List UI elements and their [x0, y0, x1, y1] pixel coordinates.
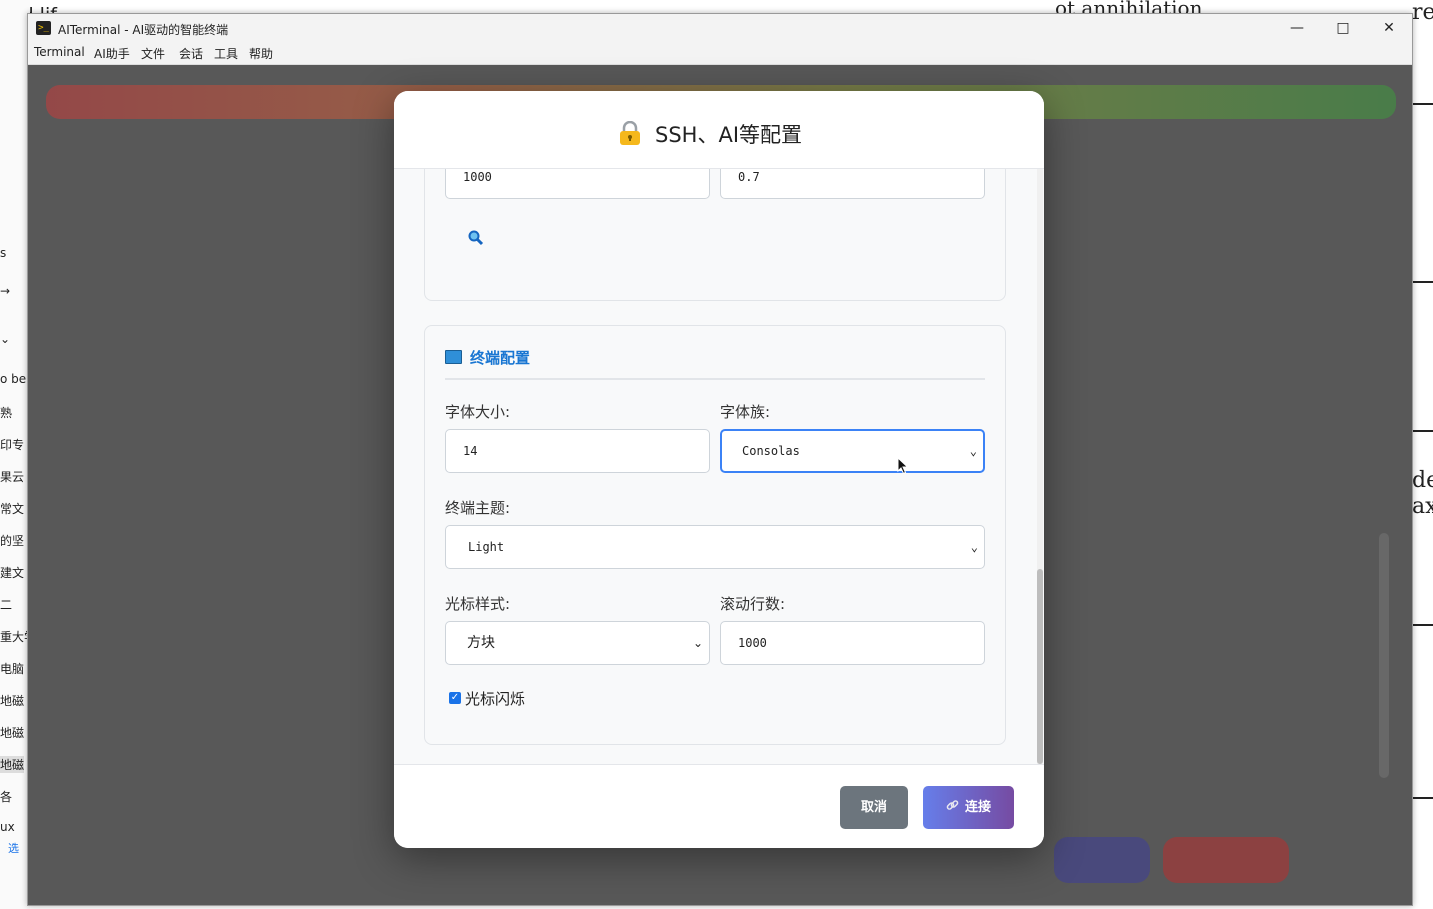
menu-help[interactable]: 帮助: [249, 45, 273, 62]
dialog-header: SSH、AI等配置: [394, 91, 1044, 169]
blurred-button: [1054, 837, 1150, 883]
menu-file[interactable]: 文件: [141, 45, 165, 62]
chevron-down-icon: ⌄: [692, 636, 703, 650]
chevron-down-icon: ⌄: [970, 540, 978, 554]
background-text: 地磁: [0, 694, 25, 708]
temperature-input[interactable]: 0.7: [720, 169, 985, 199]
terminal-config-section: 终端配置 字体大小: 14 字体族: Consolas ⌄ 终端主题: Ligh…: [424, 325, 1006, 745]
background-text: 地磁: [0, 726, 25, 740]
dialog-scrollbar-thumb[interactable]: [1037, 569, 1043, 764]
terminal-section-title: 终端配置: [445, 347, 530, 368]
theme-label: 终端主题:: [445, 499, 511, 517]
dialog-footer: 取消 连接: [394, 764, 1044, 848]
section-divider: [445, 378, 985, 380]
font-family-label: 字体族:: [720, 403, 771, 421]
scrollback-label: 滚动行数:: [720, 595, 786, 613]
monitor-icon: [445, 350, 462, 364]
cancel-button[interactable]: 取消: [840, 786, 908, 829]
title-bar[interactable]: >_ AITerminal - AI驱动的智能终端 — □ ✕: [28, 14, 1412, 42]
terminal-section-title-text: 终端配置: [470, 349, 531, 367]
minimize-button[interactable]: —: [1274, 14, 1320, 42]
background-text: o be: [0, 372, 27, 386]
font-family-value: Consolas: [742, 444, 800, 458]
background-text: de: [1412, 468, 1433, 493]
background-text: 电脑: [0, 662, 25, 676]
background-text: →: [0, 284, 11, 298]
mouse-cursor-icon: [897, 457, 909, 475]
background-text: 熟: [0, 406, 13, 420]
menu-tools[interactable]: 工具: [214, 45, 238, 62]
background-text: 选: [8, 842, 19, 855]
ai-config-section: 1000 0.7: [424, 169, 1006, 301]
max-tokens-input[interactable]: 1000: [445, 169, 710, 199]
background-text: 印专: [0, 438, 25, 452]
menu-ai-assistant[interactable]: AI助手: [94, 45, 130, 62]
config-dialog: SSH、AI等配置 1000 0.7 终端配置 字体大小: 14 字体族: Co…: [394, 91, 1044, 848]
cursor-blink-checkbox[interactable]: ✓: [449, 692, 461, 704]
chevron-down-icon: ⌄: [969, 444, 977, 458]
link-icon: [946, 800, 959, 810]
background-left-panel: s → ⌄ o be 熟 印专 果云 常文 的坚 建文 二 重大学 电脑 地磁 …: [0, 0, 36, 909]
menu-bar: Terminal AI助手 文件 会话 工具 帮助: [28, 42, 1412, 65]
background-text: 常文: [0, 502, 25, 516]
blurred-button: [1163, 837, 1289, 883]
background-text: re: [1412, 0, 1433, 25]
background-text: 建文: [0, 566, 25, 580]
font-family-select[interactable]: Consolas ⌄: [720, 429, 985, 473]
theme-select[interactable]: Light ⌄: [445, 525, 985, 569]
background-axis-tick: [1410, 430, 1433, 432]
background-text: 各: [0, 790, 13, 804]
blurred-scrollbar: [1379, 533, 1389, 778]
window-title: AITerminal - AI驱动的智能终端: [58, 23, 229, 37]
cursor-style-value: 方块: [467, 635, 495, 651]
background-text: s: [0, 246, 7, 260]
theme-value: Light: [468, 540, 505, 554]
background-right-panel: re de ax: [1410, 0, 1433, 909]
background-text: ⌄: [0, 332, 11, 346]
background-text: 地磁: [0, 756, 25, 773]
app-logo-icon: >_: [36, 21, 51, 35]
connect-button[interactable]: 连接: [923, 786, 1014, 829]
menu-terminal[interactable]: Terminal: [34, 45, 85, 59]
background-axis-tick: [1410, 797, 1433, 799]
menu-session[interactable]: 会话: [179, 45, 203, 62]
background-text: 的坚: [0, 534, 25, 548]
cursor-style-select[interactable]: 方块 ⌄: [445, 621, 710, 665]
cursor-style-label: 光标样式:: [445, 595, 511, 613]
connect-button-label: 连接: [964, 800, 991, 815]
font-size-input[interactable]: 14: [445, 429, 710, 473]
lock-icon: [620, 121, 640, 145]
background-desktop-top: Hid lif ot annihilation: [0, 0, 1433, 26]
cursor-blink-label[interactable]: 光标闪烁: [465, 688, 525, 709]
background-text: 二: [0, 598, 13, 612]
background-axis-tick: [1410, 624, 1433, 626]
background-text: 果云: [0, 470, 25, 484]
maximize-button[interactable]: □: [1320, 14, 1366, 42]
background-text: ax: [1412, 494, 1433, 519]
close-button[interactable]: ✕: [1366, 14, 1412, 42]
background-text: ux: [0, 820, 15, 834]
background-axis-tick: [1410, 281, 1433, 283]
background-axis-tick: [1410, 103, 1433, 105]
magnifier-icon[interactable]: [468, 230, 484, 246]
dialog-title: SSH、AI等配置: [655, 123, 803, 147]
font-size-label: 字体大小:: [445, 403, 511, 421]
dialog-body[interactable]: 1000 0.7 终端配置 字体大小: 14 字体族: Consolas ⌄ 终…: [394, 169, 1044, 764]
scrollback-input[interactable]: 1000: [720, 621, 985, 665]
